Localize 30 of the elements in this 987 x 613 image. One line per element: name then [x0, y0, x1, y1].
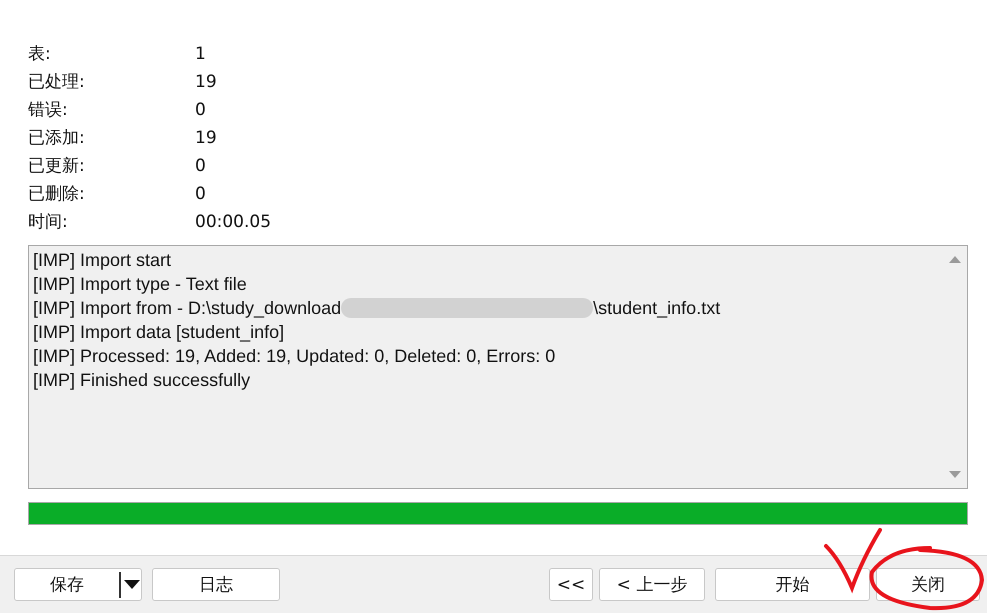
stat-label: 错误:: [28, 100, 69, 121]
log-line: [IMP] Import from - D:\study_download: [33, 297, 342, 320]
stat-value: 0: [195, 184, 207, 205]
stat-label: 表:: [28, 44, 52, 65]
log-line: [IMP] Processed: 19, Added: 19, Updated: 0, Deleted: 0, Errors: 0: [33, 345, 556, 368]
button[interactable]: 关闭: [876, 568, 980, 601]
log-line: [IMP] Import start: [33, 249, 172, 272]
button[interactable]: 日志: [152, 568, 280, 601]
caret-icon[interactable]: [124, 580, 140, 589]
scroll-up-icon[interactable]: [949, 256, 961, 263]
log-line: [IMP] Finished successfully: [33, 369, 250, 392]
save-button[interactable]: 保存: [14, 568, 142, 601]
scroll-down-icon[interactable]: [949, 471, 961, 478]
button[interactable]: < 上一步: [599, 568, 705, 601]
stat-value: 19: [195, 72, 218, 93]
stat-value: 0: [195, 100, 207, 121]
log-line: [IMP] Import type - Text file: [33, 273, 247, 296]
log-line: [IMP] Import data [student_info]: [33, 321, 284, 344]
stat-value: 1: [195, 44, 207, 65]
button[interactable]: <<: [549, 568, 593, 601]
log-line: \student_info.txt: [593, 297, 720, 320]
stat-value: 19: [195, 128, 218, 149]
stat-value: 0: [195, 156, 207, 177]
stat-label: 时间:: [28, 212, 69, 233]
button[interactable]: 开始: [715, 568, 870, 601]
stat-label: 已添加:: [28, 128, 86, 149]
stat-label: 已处理:: [28, 72, 86, 93]
stat-label: 已更新:: [28, 156, 86, 177]
stat-label: 已删除:: [28, 184, 86, 205]
stat-value: 00:00.05: [195, 212, 272, 233]
